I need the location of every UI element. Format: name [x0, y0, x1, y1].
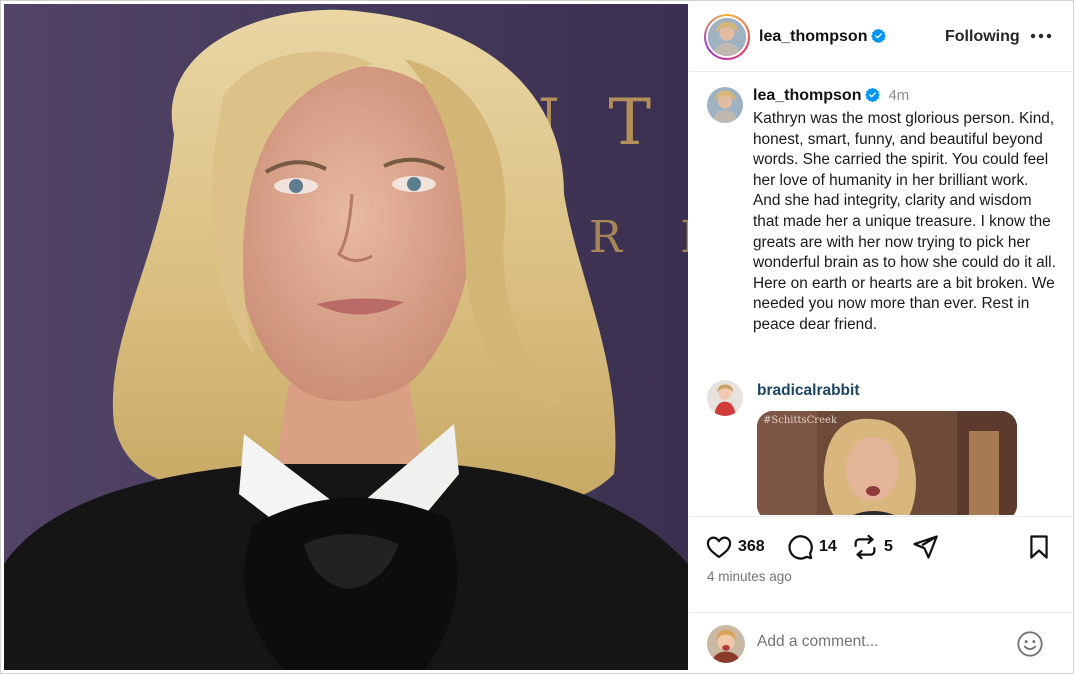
commenter-username[interactable]: bradicalrabbit — [757, 382, 860, 400]
save-button[interactable] — [1025, 533, 1053, 561]
author-avatar-ring[interactable] — [704, 14, 750, 60]
caption-text: Kathryn was the most glorious person. Ki… — [753, 110, 1056, 333]
author-avatar — [706, 16, 748, 58]
post-actions: 368 14 5 4 minutes ago — [689, 516, 1072, 612]
repost-icon — [854, 534, 876, 560]
like-count: 368 — [738, 538, 765, 555]
commenter-avatar[interactable] — [707, 380, 743, 416]
post-photo[interactable]: N T U R E — [4, 4, 688, 670]
add-comment-input[interactable] — [757, 629, 1007, 655]
share-button[interactable] — [911, 533, 939, 561]
caption-author-avatar[interactable] — [707, 87, 743, 123]
caption-time[interactable]: 4m — [888, 87, 909, 104]
author-username[interactable]: lea_thompson — [759, 28, 867, 45]
backdrop-text-2: R E — [589, 212, 688, 263]
post-timestamp[interactable]: 4 minutes ago — [707, 569, 792, 584]
like-button[interactable]: 368 — [705, 533, 765, 561]
photo-illustration: N T U R E — [4, 4, 688, 670]
viewer-avatar — [707, 625, 745, 663]
verified-badge-icon — [871, 28, 887, 43]
caption-username[interactable]: lea_thompson — [753, 87, 861, 104]
following-button[interactable]: Following — [945, 28, 1020, 46]
comment-button[interactable]: 14 — [786, 533, 837, 561]
post-card: N T U R E — [0, 0, 1074, 674]
comments-scroll-area[interactable]: lea_thompson 4m Kathryn was the most glor… — [689, 73, 1072, 515]
repost-count: 5 — [884, 538, 893, 555]
comment-bubble-icon — [788, 535, 813, 560]
more-options-icon[interactable] — [1029, 26, 1053, 46]
gif-watermark: #SchittsCreek — [763, 415, 837, 426]
repost-button[interactable]: 5 — [851, 533, 893, 561]
gif-illustration — [757, 411, 1017, 515]
comment-gif[interactable]: #SchittsCreek — [757, 411, 1017, 515]
author-username-wrap: lea_thompson — [759, 28, 887, 46]
post-header: lea_thompson Following — [689, 4, 1072, 72]
emoji-icon[interactable] — [1016, 630, 1044, 658]
verified-badge-icon — [865, 87, 881, 102]
bookmark-icon — [1030, 535, 1048, 559]
post-side-panel: lea_thompson Following lea_thompson 4m Ka… — [689, 4, 1072, 670]
add-comment-bar — [689, 612, 1072, 670]
heart-icon — [706, 536, 732, 559]
caption-header: lea_thompson 4m — [753, 87, 909, 105]
comment-count: 14 — [819, 538, 837, 555]
send-icon — [913, 535, 938, 559]
